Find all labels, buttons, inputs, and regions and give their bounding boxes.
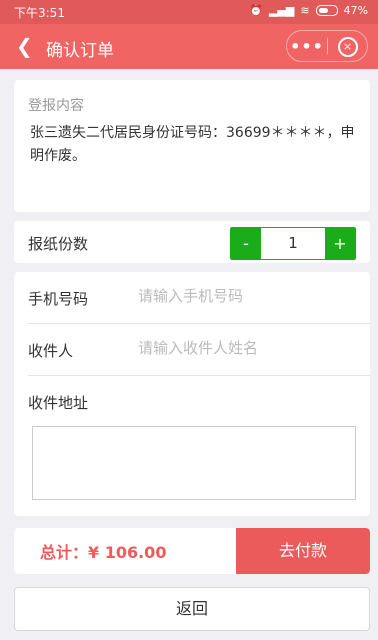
mini-program-capsule: ••• ×: [286, 30, 368, 62]
status-icons: ⏰ ▂▄▆ ≋ 47%: [249, 4, 368, 17]
phone-input[interactable]: [136, 280, 360, 312]
total-amount: 总计：¥ 106.00: [40, 543, 167, 562]
status-bar: 下午3:51 ⏰ ▂▄▆ ≋ 47%: [0, 0, 378, 24]
recipient-label: 收件人: [28, 342, 74, 360]
pay-button[interactable]: 去付款: [236, 528, 370, 574]
ad-content-card: 登报内容 张三遗失二代居民身份证号码：36699＊＊＊＊，申明作废。: [14, 80, 370, 212]
nav-bar: ❮ 确认订单 ••• ×: [0, 24, 378, 69]
quantity-card: 报纸份数 - 1 +: [14, 221, 370, 263]
return-button[interactable]: 返回: [14, 587, 370, 631]
quantity-value[interactable]: 1: [261, 228, 325, 259]
quantity-stepper: - 1 +: [230, 227, 356, 260]
form-divider: [28, 375, 370, 376]
phone-label: 手机号码: [28, 290, 89, 308]
recipient-row: 收件人: [28, 324, 370, 374]
battery-percent: 47%: [343, 4, 368, 17]
back-arrow-icon[interactable]: ❮: [16, 34, 33, 58]
battery-icon: [315, 5, 338, 16]
wifi-icon: ≋: [300, 4, 310, 17]
alarm-icon: ⏰: [249, 4, 263, 17]
status-time: 下午3:51: [14, 6, 65, 20]
address-label: 收件地址: [28, 394, 89, 412]
close-icon: ×: [337, 37, 358, 57]
content-text: 张三遗失二代居民身份证号码：36699＊＊＊＊，申明作废。: [30, 125, 355, 164]
address-textarea[interactable]: [32, 426, 356, 500]
checkout-bar: 总计：¥ 106.00 去付款: [14, 528, 370, 574]
page-title: 确认订单: [46, 41, 114, 61]
close-button[interactable]: ×: [328, 35, 367, 57]
increment-button[interactable]: +: [325, 228, 355, 259]
more-icon[interactable]: •••: [287, 37, 327, 56]
quantity-label: 报纸份数: [28, 235, 89, 253]
decrement-button[interactable]: -: [231, 228, 261, 259]
content-label: 登报内容: [28, 98, 84, 114]
recipient-input[interactable]: [136, 332, 360, 364]
delivery-form: 手机号码 收件人 收件地址: [14, 272, 370, 516]
signal-icon: ▂▄▆: [268, 4, 295, 17]
phone-row: 手机号码: [28, 272, 370, 322]
